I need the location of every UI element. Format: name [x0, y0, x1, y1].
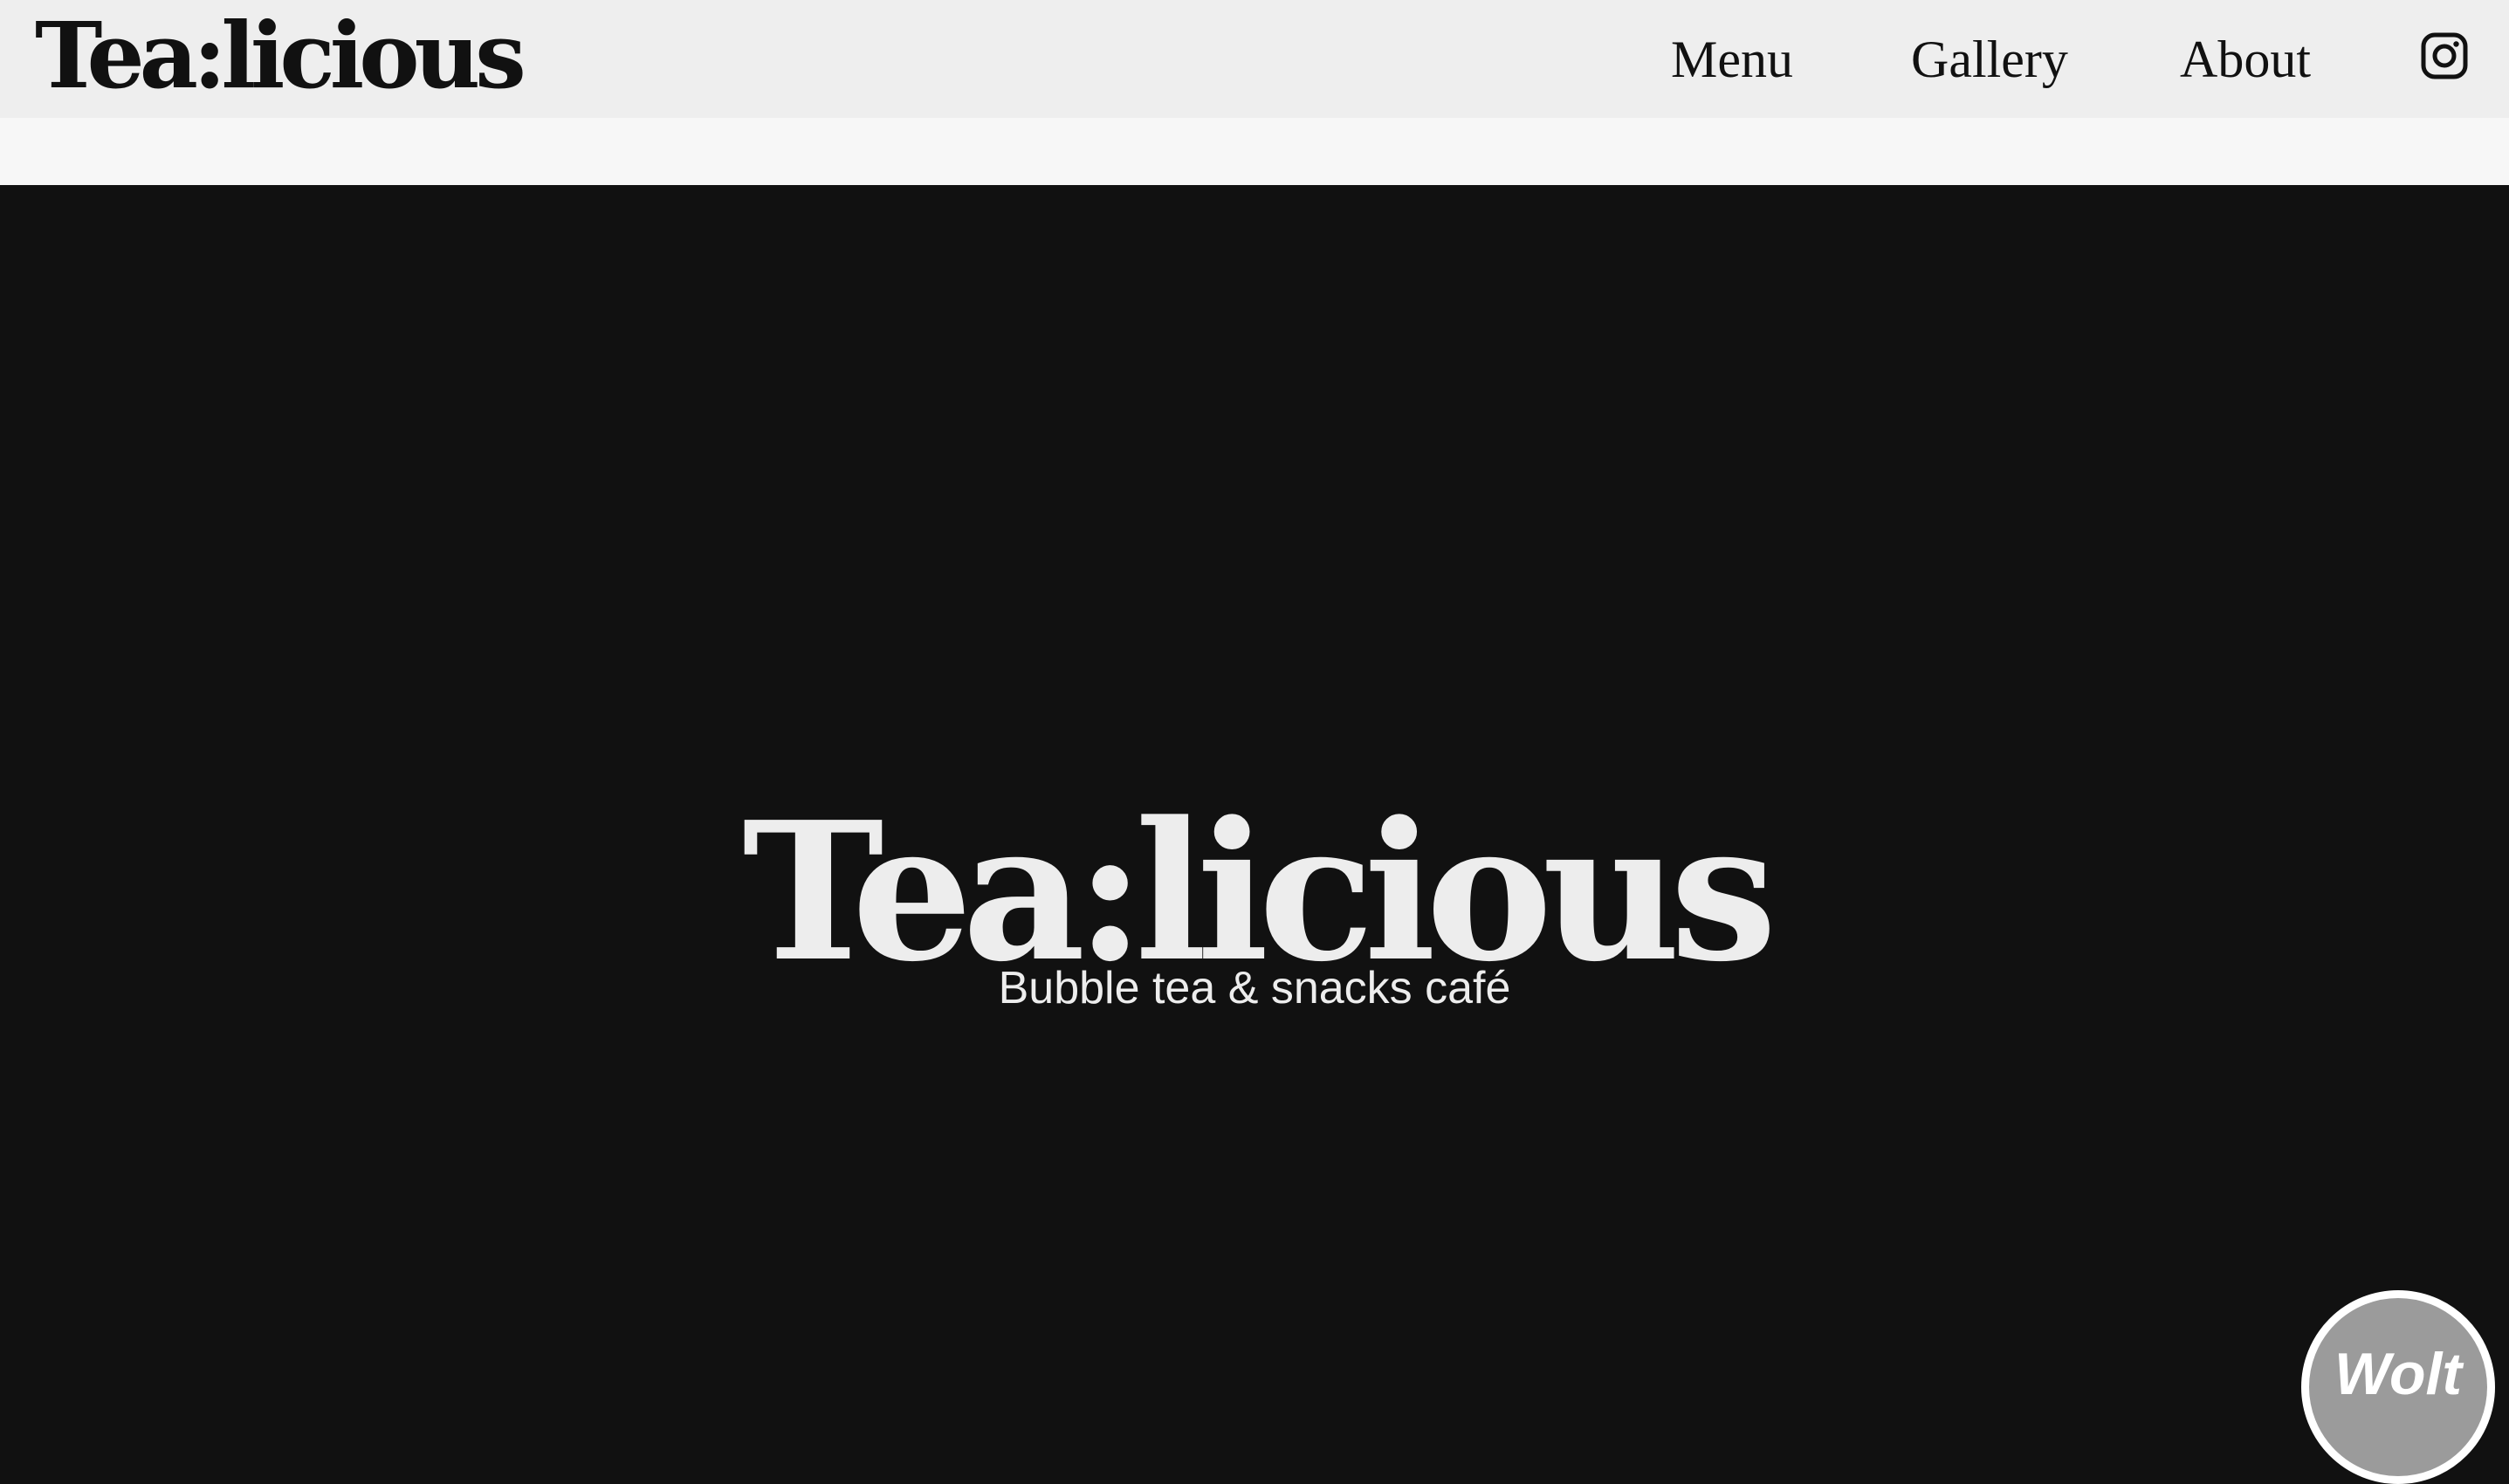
- instagram-icon[interactable]: [2420, 31, 2469, 80]
- hero-subtitle: Bubble tea & snacks café: [998, 963, 1511, 1013]
- hero-section: Tea:licious Bubble tea & snacks café: [0, 185, 2509, 1419]
- nav-gallery-link[interactable]: Gallery: [1911, 24, 2068, 94]
- wolt-logo-label: Wolt: [2334, 1341, 2463, 1407]
- header-divider-band: [0, 118, 2509, 185]
- nav-menu-link[interactable]: Menu: [1671, 24, 1793, 94]
- nav-about-link[interactable]: About: [2180, 24, 2311, 94]
- site-header: Tea:licious Menu Gallery About: [0, 0, 2509, 118]
- wolt-order-button[interactable]: Wolt: [2301, 1290, 2495, 1484]
- site-logo[interactable]: Tea:licious: [35, 0, 526, 117]
